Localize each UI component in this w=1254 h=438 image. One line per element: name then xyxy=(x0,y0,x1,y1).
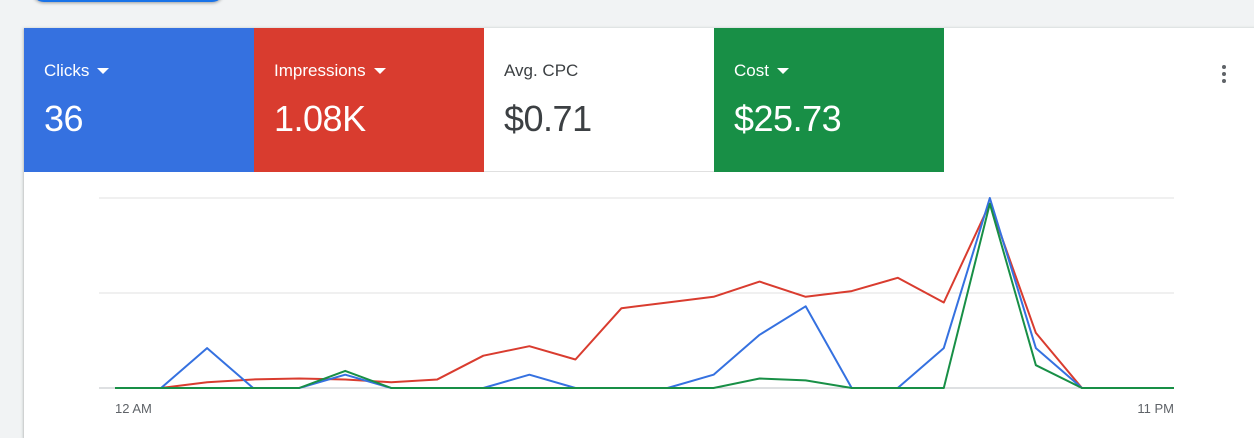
x-tick-label: 11 PM xyxy=(1137,401,1174,416)
performance-line-chart: 12 AM 11 PM xyxy=(99,197,1174,416)
top-action-button[interactable] xyxy=(32,0,224,2)
performance-card: Clicks 36 Impressions 1.08K Avg. CPC $0.… xyxy=(24,28,1254,438)
cost-series-line xyxy=(115,202,1174,389)
x-tick-label: 12 AM xyxy=(115,401,152,416)
